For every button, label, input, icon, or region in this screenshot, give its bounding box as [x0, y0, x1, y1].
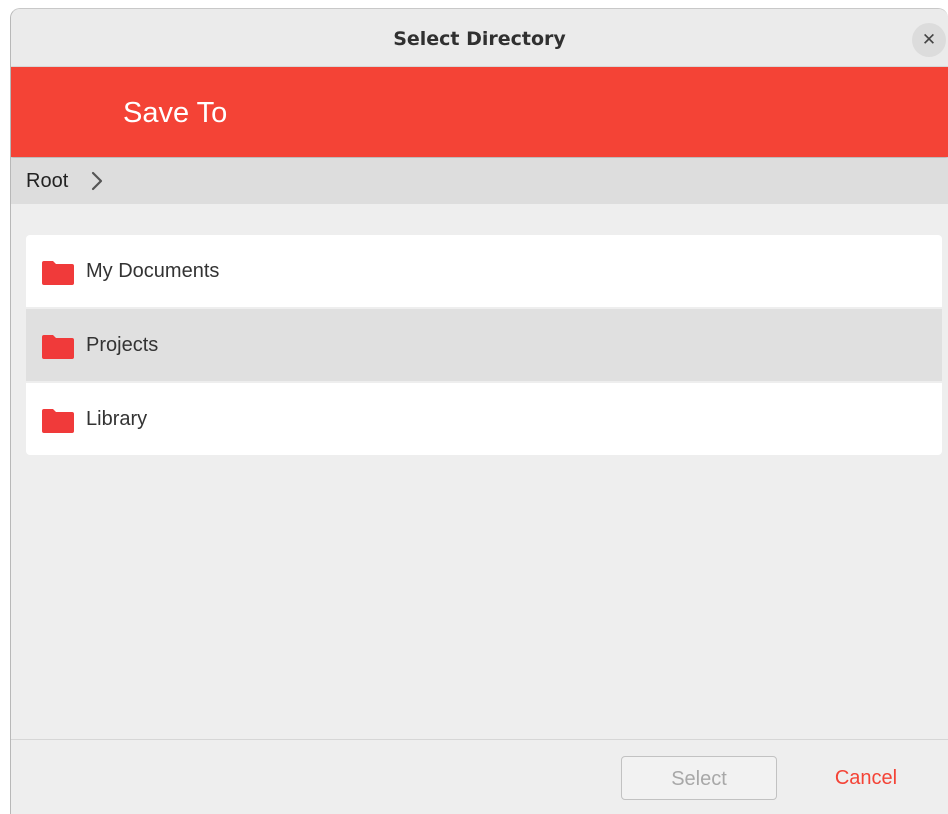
folder-item-projects[interactable]: Projects: [26, 309, 942, 383]
folder-label: Projects: [86, 334, 159, 356]
folder-list: My Documents Projects Library: [26, 235, 942, 455]
folder-label: My Documents: [86, 260, 220, 282]
folder-label: Library: [86, 408, 148, 430]
window-title: Select Directory: [393, 28, 566, 50]
header-title: Save To: [123, 97, 228, 129]
cancel-button[interactable]: Cancel: [811, 756, 921, 800]
chevron-right-icon: [91, 171, 103, 191]
folder-icon: [42, 335, 74, 359]
title-bar: Select Directory ✕: [11, 9, 948, 67]
breadcrumb: Root: [11, 158, 948, 204]
folder-item-my-documents[interactable]: My Documents: [26, 235, 942, 309]
select-directory-dialog: Select Directory ✕ Save To Root My Docum…: [10, 8, 948, 814]
folder-icon: [42, 261, 74, 285]
folder-icon: [42, 409, 74, 433]
breadcrumb-item-root[interactable]: Root: [26, 158, 68, 204]
dialog-footer: Select Cancel: [11, 739, 948, 814]
folder-item-library[interactable]: Library: [26, 383, 942, 455]
close-icon: ✕: [921, 30, 937, 50]
select-button[interactable]: Select: [621, 756, 777, 800]
close-button[interactable]: ✕: [912, 23, 946, 57]
header-band: Save To: [11, 67, 948, 157]
